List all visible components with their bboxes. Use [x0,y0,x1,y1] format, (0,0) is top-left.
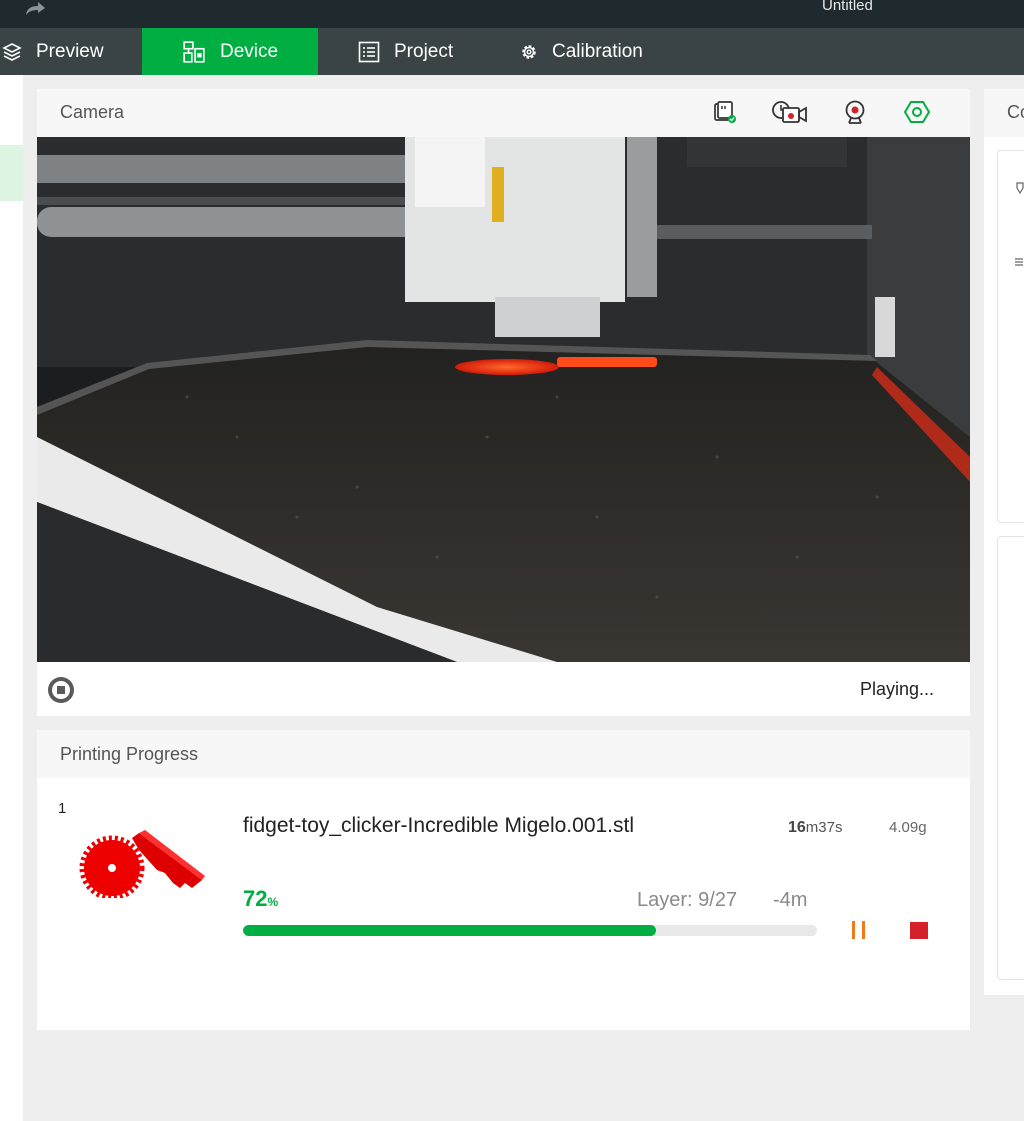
progress-bar-fill [243,925,657,936]
print-duration: 16m37s [788,819,842,837]
printing-progress-panel: Printing Progress 1 fidget-toy_clicker-I… [37,730,970,1030]
tab-device[interactable]: Device [142,28,318,75]
camera-header: Camera [37,89,970,137]
sd-card-icon[interactable] [711,99,739,125]
pause-icon-bar-right [862,921,865,939]
tab-project[interactable]: Project [318,28,480,75]
nozzle-icon[interactable] [1014,182,1024,194]
progress-bar [243,925,817,936]
tab-project-label: Project [394,40,454,62]
webcam-icon[interactable] [841,99,869,125]
stop-stream-icon[interactable] [47,676,75,704]
camera-label: Camera [60,102,125,122]
list-icon [358,41,380,62]
progress-header: Printing Progress [37,730,970,778]
device-list-sidebar [0,75,23,1121]
main-tab-bar: Preview Device Project Calibration [0,28,1024,75]
tab-calibration[interactable]: Calibration [480,28,680,75]
device-icon [183,40,205,63]
camera-feed[interactable] [37,137,970,662]
duration-rest: m37s [805,819,843,836]
remaining-time: -4m [773,889,808,911]
camera-panel: Camera Playing... [37,89,970,716]
model-thumbnail [79,830,205,898]
progress-label: Printing Progress [60,744,199,764]
progress-percent: 72% [243,886,278,912]
title-bar: Untitled [0,0,1024,28]
layer-indicator: Layer: 9/27 [637,889,738,911]
percent-value: 72 [243,886,268,911]
tab-device-label: Device [220,40,279,62]
bed-icon[interactable] [1014,256,1024,268]
pause-icon-bar-left [852,921,855,939]
percent-unit: % [267,895,279,909]
redo-icon[interactable] [24,0,46,16]
tab-calibration-label: Calibration [552,40,643,62]
duration-bold: 16 [788,819,806,836]
plate-number: 1 [58,800,67,817]
layers-icon [2,42,22,61]
timelapse-icon[interactable] [769,99,811,125]
stop-print-button[interactable] [910,922,928,939]
temperature-card [997,150,1024,523]
selected-device-item[interactable] [0,145,23,201]
ams-card [997,536,1024,980]
hexagon-settings-icon[interactable] [903,99,931,125]
control-panel-label: Co [1007,102,1024,122]
tab-preview[interactable]: Preview [0,28,142,75]
tab-preview-label: Preview [36,40,104,62]
gear-icon [522,44,536,59]
filament-weight: 4.09g [889,819,927,836]
file-name: fidget-toy_clicker-Incredible Migelo.001… [243,814,635,837]
camera-feed-image [37,137,970,662]
stream-status: Playing... [860,679,935,699]
pause-button[interactable] [850,921,868,939]
window-title: Untitled [822,0,873,14]
control-panel-header: Co [984,89,1024,137]
